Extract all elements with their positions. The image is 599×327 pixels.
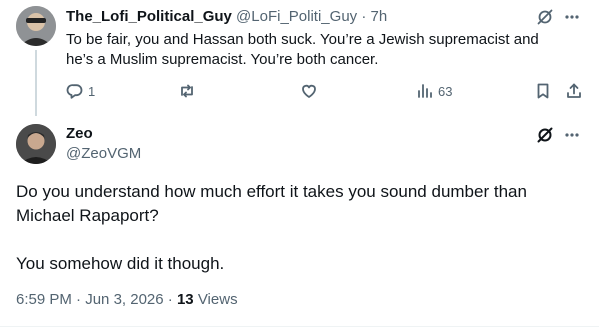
share-button[interactable] [565, 80, 583, 102]
main-author-name[interactable]: Zeo [66, 124, 93, 144]
tweet-date[interactable]: Jun 3, 2026 [85, 291, 163, 308]
share-icon [567, 83, 581, 98]
tweet-time[interactable]: 6:59 PM [16, 291, 72, 308]
bookmark-icon [537, 83, 549, 99]
tweet-meta: 6:59 PM · Jun 3, 2026 · 13 Views [16, 290, 238, 310]
main-avatar[interactable] [16, 124, 56, 164]
reply-timestamp[interactable]: 7h [371, 8, 388, 25]
views-button[interactable]: 63 [416, 80, 452, 102]
reply-author-handle[interactable]: @LoFi_Politi_Guy [236, 8, 357, 25]
views-label: Views [197, 291, 238, 308]
main-author-handle[interactable]: @ZeoVGM [66, 144, 141, 164]
views-count[interactable]: 13 [177, 291, 194, 308]
meta-separator-2: · [167, 291, 173, 308]
meta-separator: · [76, 291, 82, 308]
reply-separator: · [361, 8, 367, 25]
bookmark-button[interactable] [534, 80, 552, 102]
grok-icon[interactable] [536, 8, 554, 26]
more-icon[interactable] [564, 126, 580, 144]
thread-connector-line [35, 50, 37, 116]
reply-count: 1 [88, 83, 96, 99]
reply-header: The_Lofi_Political_Guy @LoFi_Politi_Guy … [66, 7, 387, 27]
reply-tweet-text: To be fair, you and Hassan both suck. Yo… [66, 31, 539, 68]
retweet-icon [181, 84, 193, 98]
main-tweet-line-1: Do you understand how much effort it tak… [16, 182, 527, 225]
main-tweet-line-2: You somehow did it though. [16, 254, 225, 273]
retweet-button[interactable] [178, 80, 196, 102]
more-icon[interactable] [564, 8, 580, 26]
reply-icon [66, 84, 83, 99]
like-button[interactable] [300, 80, 318, 102]
view-count: 63 [438, 83, 453, 99]
reply-avatar[interactable] [16, 6, 56, 46]
reply-button[interactable]: 1 [66, 80, 95, 102]
views-icon [418, 84, 432, 98]
grok-icon[interactable] [536, 126, 554, 144]
reply-author-name[interactable]: The_Lofi_Political_Guy [66, 8, 232, 25]
main-tweet-text: Do you understand how much effort it tak… [16, 180, 586, 276]
like-icon [302, 84, 316, 98]
